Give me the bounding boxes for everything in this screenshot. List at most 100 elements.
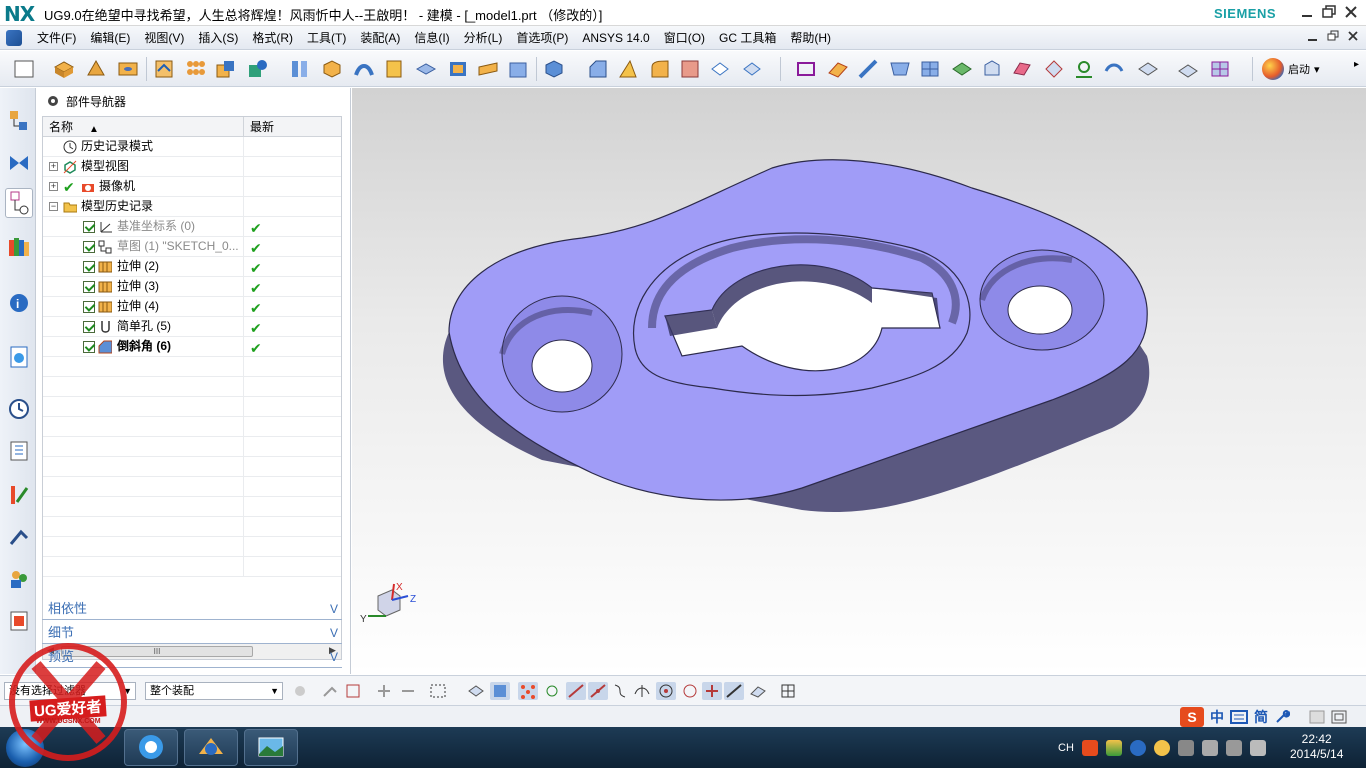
fullscreen-icon[interactable] [1330, 709, 1348, 725]
security-tray-icon[interactable] [1105, 739, 1122, 756]
rectangle-select-icon[interactable] [344, 682, 364, 700]
menu-preferences[interactable]: 首选项(P) [509, 26, 575, 50]
web-browser-icon[interactable] [7, 344, 31, 370]
tree-row-sketch[interactable]: 草图 (1) "SKETCH_0... ✔ [43, 237, 341, 257]
minimize-button[interactable] [1296, 2, 1318, 22]
extrude-icon[interactable] [52, 57, 76, 81]
snap-quadrant-icon[interactable] [680, 682, 700, 700]
ruled-icon[interactable] [1136, 57, 1160, 81]
block-icon[interactable] [320, 57, 344, 81]
remove-select-icon[interactable] [398, 682, 418, 700]
offset-surface-icon[interactable] [1010, 57, 1034, 81]
menu-window[interactable]: 窗口(O) [657, 26, 712, 50]
taskbar-image-viewer-button[interactable] [244, 729, 298, 766]
history-icon[interactable] [7, 396, 31, 422]
column-name-header[interactable]: 名称 ▲ [43, 117, 244, 136]
face-blend-icon[interactable] [648, 57, 672, 81]
boss-icon[interactable] [740, 57, 764, 81]
bounded-plane-icon[interactable] [950, 57, 974, 81]
snap-intersection-icon[interactable] [632, 682, 652, 700]
studio-surface-icon[interactable] [856, 57, 880, 81]
general-select-icon[interactable] [320, 682, 340, 700]
feature-checkbox[interactable] [83, 341, 95, 353]
plate-model[interactable] [352, 88, 1366, 674]
toolbar-overflow-icon[interactable]: ▸ [1354, 59, 1359, 70]
expand-toggle[interactable]: + [49, 182, 58, 191]
expand-toggle[interactable]: + [49, 162, 58, 171]
tree-row-history-mode[interactable]: 历史记录模式 [43, 137, 341, 157]
snap-arc-center-icon[interactable] [656, 682, 676, 700]
constraint-navigator-icon[interactable] [7, 150, 31, 176]
assembly-navigator-icon[interactable] [7, 108, 31, 134]
network-tray-icon[interactable] [1177, 739, 1194, 756]
snap-midpoint-icon[interactable] [588, 682, 608, 700]
selection-box-icon[interactable] [428, 682, 448, 700]
law-extension-icon[interactable] [1102, 57, 1126, 81]
pattern-feature-icon[interactable] [152, 57, 176, 81]
ime-mode[interactable]: 简 [1254, 707, 1268, 727]
new-sketch-icon[interactable] [12, 57, 36, 81]
snap-point-on-curve-icon[interactable] [724, 682, 744, 700]
sweep-icon[interactable] [352, 57, 376, 81]
unite-icon[interactable] [214, 57, 238, 81]
snap-curve-icon[interactable] [610, 682, 630, 700]
swept-surface-icon[interactable] [888, 57, 912, 81]
ime-language[interactable]: 中 [1210, 707, 1224, 727]
snap-points-icon[interactable] [518, 682, 538, 700]
mesh-surface-icon[interactable] [1208, 57, 1232, 81]
datum-icon[interactable] [246, 57, 270, 81]
process-studio-icon[interactable] [7, 482, 31, 508]
n-sided-surface-icon[interactable] [918, 57, 942, 81]
doc-restore-icon[interactable] [1326, 29, 1340, 43]
qq-tray-icon[interactable] [1153, 739, 1170, 756]
feature-checkbox[interactable] [83, 261, 95, 273]
trim-sheet-icon[interactable] [1072, 57, 1096, 81]
tree-row-extrude-2[interactable]: 拉伸 (2) ✔ [43, 257, 341, 277]
snap-point-on-face-icon[interactable] [748, 682, 768, 700]
snap-endpoint-icon[interactable] [566, 682, 586, 700]
system-scene-icon[interactable] [7, 608, 31, 634]
through-curves-icon[interactable] [826, 57, 850, 81]
revolve-icon[interactable] [84, 57, 108, 81]
menu-gc-toolbox[interactable]: GC 工具箱 [712, 26, 783, 50]
select-body-icon[interactable] [466, 682, 486, 700]
emboss-icon[interactable] [678, 57, 702, 81]
tree-row-extrude-4[interactable]: 拉伸 (4) ✔ [43, 297, 341, 317]
tree-row-chamfer[interactable]: 倒斜角 (6) ✔ [43, 337, 341, 357]
select-face-icon[interactable] [490, 682, 510, 700]
tree-row-simple-hole[interactable]: 简单孔 (5) ✔ [43, 317, 341, 337]
volume-tray-icon[interactable] [1249, 739, 1266, 756]
tree-row-datum-csys[interactable]: 基准坐标系 (0) ✔ [43, 217, 341, 237]
dependencies-panel[interactable]: 相依性 V [42, 598, 342, 620]
hd3d-tools-icon[interactable]: i [7, 290, 31, 316]
tree-row-model-history[interactable]: − 模型历史记录 [43, 197, 341, 217]
chamfer-icon[interactable] [586, 57, 610, 81]
thicken-icon[interactable] [414, 57, 438, 81]
start-button[interactable]: 启动 ▾ [1262, 57, 1320, 81]
menu-ansys[interactable]: ANSYS 14.0 [575, 26, 656, 50]
input-method-bar[interactable]: S 中 简 [1180, 707, 1290, 727]
tree-row-extrude-3[interactable]: 拉伸 (3) ✔ [43, 277, 341, 297]
manufacturing-wizard-icon[interactable] [7, 524, 31, 550]
menu-view[interactable]: 视图(V) [137, 26, 191, 50]
menu-insert[interactable]: 插入(S) [191, 26, 245, 50]
offset-face-icon[interactable] [382, 57, 406, 81]
nx-app-icon[interactable] [6, 30, 22, 46]
sogou-tray-icon[interactable] [1081, 739, 1098, 756]
visible-check-icon[interactable]: ✔ [63, 178, 75, 197]
sew-icon[interactable] [1042, 57, 1066, 81]
pocket-icon[interactable] [708, 57, 732, 81]
menu-tools[interactable]: 工具(T) [300, 26, 353, 50]
menu-assembly[interactable]: 装配(A) [353, 26, 407, 50]
language-indicator[interactable]: CH [1058, 742, 1074, 754]
doc-minimize-icon[interactable] [1306, 29, 1320, 43]
device-tray-icon[interactable] [1201, 739, 1218, 756]
snap-existing-point-icon[interactable] [702, 682, 722, 700]
selection-scope-dropdown[interactable]: 整个装配 ▼ [145, 682, 283, 700]
split-body-icon[interactable] [506, 57, 530, 81]
surface-rect-icon[interactable] [794, 57, 818, 81]
roles-icon[interactable] [7, 566, 31, 592]
menu-help[interactable]: 帮助(H) [783, 26, 838, 50]
close-button[interactable] [1340, 2, 1362, 22]
menu-analysis[interactable]: 分析(L) [457, 26, 510, 50]
